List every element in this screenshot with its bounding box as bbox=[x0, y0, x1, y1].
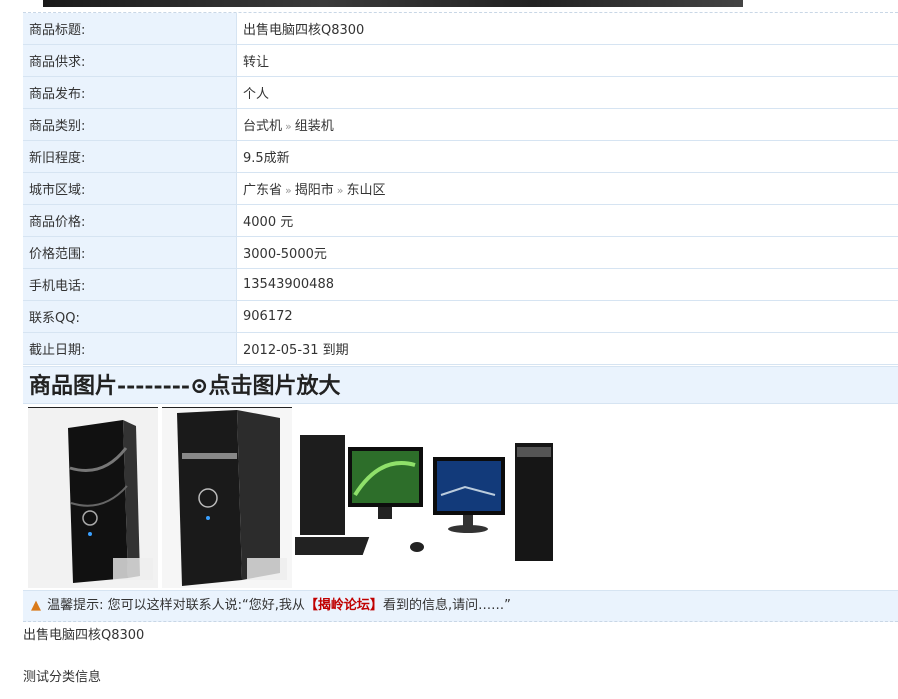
deadline-value: 2012-05-31 到期 bbox=[236, 332, 898, 365]
table-row: 商品标题: 出售电脑四核Q8300 bbox=[23, 13, 898, 45]
price-range-value: 3000-5000元 bbox=[236, 236, 898, 269]
category-link-desktop[interactable]: 台式机 bbox=[243, 119, 282, 134]
table-row: 城市区域: 广东省» 揭阳市» 东山区 bbox=[23, 172, 898, 205]
desktop-set-image[interactable] bbox=[295, 425, 560, 575]
table-row: 手机电话: 13543900488 bbox=[23, 268, 898, 301]
region-label: 城市区域: bbox=[23, 172, 237, 205]
dell-tower-pc-image bbox=[162, 408, 292, 588]
breadcrumb-separator: » bbox=[285, 184, 292, 197]
region-value: 广东省» 揭阳市» 东山区 bbox=[236, 172, 898, 205]
forum-name: 【揭岭论坛】 bbox=[304, 598, 383, 613]
publisher-label: 商品发布: bbox=[23, 76, 237, 109]
deadline-label: 截止日期: bbox=[23, 332, 237, 365]
table-row: 截止日期: 2012-05-31 到期 bbox=[23, 332, 898, 365]
publisher-value: 个人 bbox=[236, 76, 898, 109]
contact-tip: ▲ 温馨提示: 您可以这样对联系人说:“您好,我从【揭岭论坛】看到的信息,请问…… bbox=[23, 590, 898, 622]
region-link-province[interactable]: 广东省 bbox=[243, 183, 282, 198]
desktop-set-image bbox=[295, 425, 560, 575]
qq-label: 联系QQ: bbox=[23, 300, 237, 333]
description-line: 测试分类信息 bbox=[23, 670, 102, 685]
tip-text-after: 看到的信息,请问……” bbox=[382, 598, 511, 613]
dell-tower-pc-image[interactable] bbox=[28, 407, 158, 588]
gallery-title: 商品图片--------⊙点击图片放大 bbox=[23, 366, 898, 404]
table-row: 价格范围: 3000-5000元 bbox=[23, 236, 898, 269]
category-link-assembled[interactable]: 组装机 bbox=[295, 119, 334, 134]
title-label: 商品标题: bbox=[23, 13, 237, 45]
region-link-district[interactable]: 东山区 bbox=[347, 183, 386, 198]
table-row: 商品发布: 个人 bbox=[23, 76, 898, 109]
condition-value: 9.5成新 bbox=[236, 140, 898, 173]
tip-text-before: 您可以这样对联系人说:“您好,我从 bbox=[107, 598, 305, 613]
qq-value: 906172 bbox=[236, 300, 898, 333]
top-banner-image bbox=[43, 0, 743, 7]
item-details-table: 商品标题: 出售电脑四核Q8300 商品供求: 转让 商品发布: 个人 商品类别… bbox=[23, 13, 898, 365]
breadcrumb-separator: » bbox=[336, 184, 344, 197]
phone-label: 手机电话: bbox=[23, 268, 237, 301]
price-value: 4000 元 bbox=[236, 204, 898, 237]
dell-tower-pc-image bbox=[28, 408, 158, 588]
phone-value: 13543900488 bbox=[236, 268, 898, 301]
supply-label: 商品供求: bbox=[23, 44, 237, 77]
category-value: 台式机» 组装机 bbox=[236, 108, 898, 141]
price-range-label: 价格范围: bbox=[23, 236, 237, 269]
breadcrumb-separator: » bbox=[285, 120, 292, 133]
table-row: 新旧程度: 9.5成新 bbox=[23, 140, 898, 173]
table-row: 商品价格: 4000 元 bbox=[23, 204, 898, 237]
dell-tower-pc-image[interactable] bbox=[162, 407, 292, 588]
bell-icon: ▲ bbox=[31, 598, 41, 613]
table-row: 商品类别: 台式机» 组装机 bbox=[23, 108, 898, 141]
price-label: 商品价格: bbox=[23, 204, 237, 237]
condition-label: 新旧程度: bbox=[23, 140, 237, 173]
image-gallery bbox=[23, 405, 898, 590]
title-value: 出售电脑四核Q8300 bbox=[236, 13, 898, 45]
region-link-city[interactable]: 揭阳市 bbox=[295, 183, 334, 198]
table-row: 联系QQ: 906172 bbox=[23, 300, 898, 333]
supply-value: 转让 bbox=[236, 44, 898, 77]
table-row: 商品供求: 转让 bbox=[23, 44, 898, 77]
tip-prefix: 温馨提示: bbox=[47, 598, 104, 613]
category-label: 商品类别: bbox=[23, 108, 237, 141]
description-line: 出售电脑四核Q8300 bbox=[23, 628, 145, 643]
